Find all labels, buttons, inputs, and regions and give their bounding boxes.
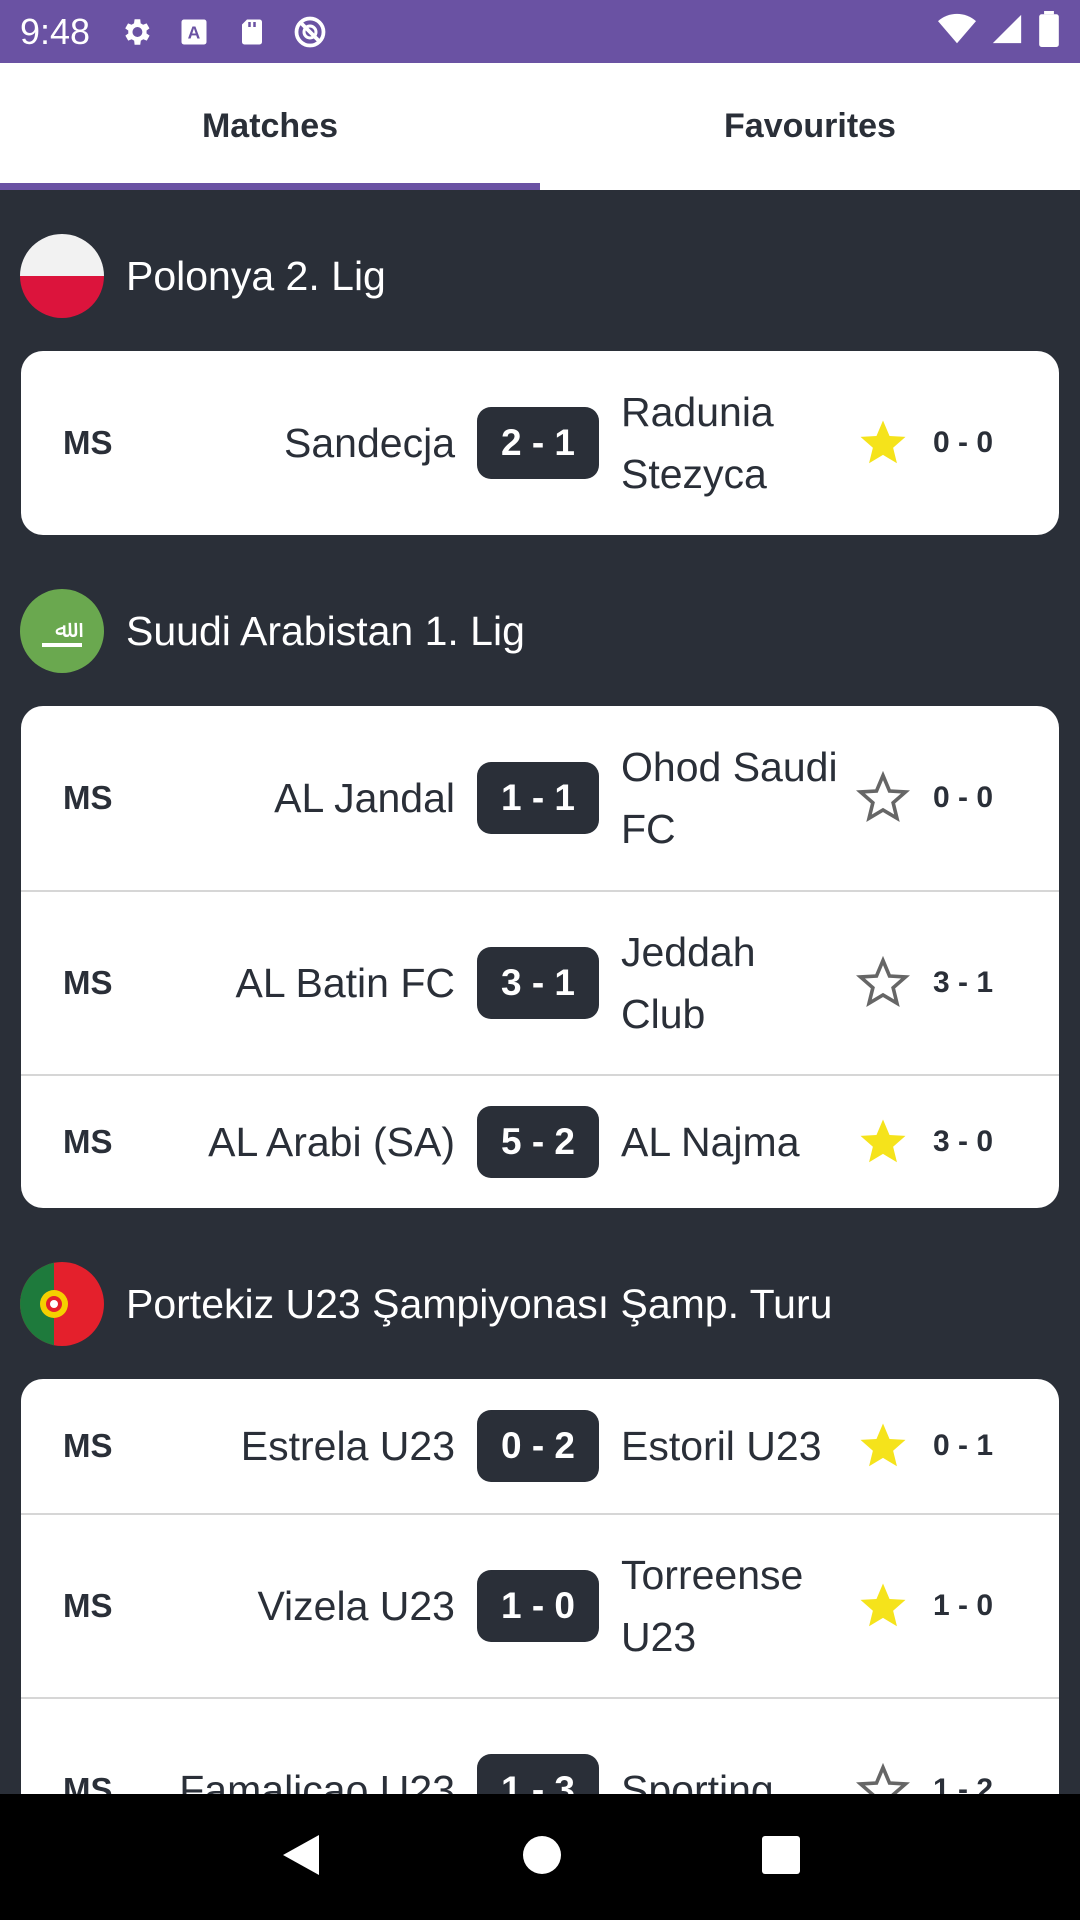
match-status: MS: [63, 964, 113, 1001]
match-row[interactable]: MS Vizela U23 1 - 0 Torreense U23 1 - 0: [21, 1513, 1059, 1697]
favourite-star-icon[interactable]: [843, 1419, 923, 1473]
home-team: Vizela U23: [257, 1582, 455, 1629]
away-team: AL Najma: [621, 1119, 800, 1165]
tab-favourites[interactable]: Favourites: [540, 63, 1080, 190]
away-team: Radunia Stezyca: [621, 389, 774, 497]
home-icon[interactable]: [522, 1835, 562, 1880]
tab-favourites-label: Favourites: [724, 107, 896, 145]
score-badge: 3 - 1: [477, 947, 599, 1019]
home-team: Estrela U23: [240, 1422, 455, 1469]
league-name: Polonya 2. Lig: [126, 252, 386, 299]
match-card: MS AL Jandal 1 - 1 Ohod Saudi FC 0 - 0 M…: [21, 706, 1059, 1208]
score-badge: 1 - 3: [477, 1754, 599, 1794]
match-status: MS: [63, 1587, 113, 1624]
halftime-score: 0 - 1: [932, 1429, 994, 1462]
favourite-star-icon[interactable]: [843, 416, 923, 470]
portugal-flag-icon: [20, 1262, 104, 1346]
home-team: Famalicao U23: [179, 1766, 455, 1795]
away-team: Estoril U23: [621, 1423, 822, 1469]
home-team: AL Jandal: [274, 774, 455, 821]
saudi-league-icon: ﷲ: [20, 589, 104, 673]
away-team: Jeddah Club: [621, 929, 756, 1037]
poland-flag-icon: [20, 234, 104, 318]
match-status: MS: [63, 779, 113, 816]
league-name: Portekiz U23 Şampiyonası Şamp. Turu: [126, 1280, 833, 1327]
match-row[interactable]: MS AL Jandal 1 - 1 Ohod Saudi FC 0 - 0: [21, 706, 1059, 890]
score-badge: 1 - 0: [477, 1570, 599, 1642]
match-card: MS Sandecja 2 - 1 Radunia Stezyca 0 - 0: [21, 351, 1059, 535]
favourite-star-icon[interactable]: [843, 1763, 923, 1794]
favourite-star-icon[interactable]: [843, 956, 923, 1010]
league-header[interactable]: Portekiz U23 Şampiyonası Şamp. Turu: [0, 1241, 1080, 1367]
score-badge: 0 - 2: [477, 1410, 599, 1482]
favourite-star-icon[interactable]: [843, 1579, 923, 1633]
home-team: AL Batin FC: [235, 959, 455, 1006]
sd-card-icon: [234, 14, 270, 50]
halftime-score: 3 - 0: [932, 1125, 994, 1158]
league-header[interactable]: ﷲ Suudi Arabistan 1. Lig: [0, 568, 1080, 694]
league-header[interactable]: Polonya 2. Lig: [0, 213, 1080, 339]
signal-icon: [990, 12, 1024, 51]
match-status: MS: [63, 1771, 113, 1794]
battery-icon: [1038, 11, 1060, 52]
back-icon[interactable]: [279, 1831, 323, 1884]
score-badge: 1 - 1: [477, 762, 599, 834]
match-list[interactable]: Polonya 2. Lig MS Sandecja 2 - 1 Radunia…: [0, 190, 1080, 1794]
match-card: MS Estrela U23 0 - 2 Estoril U23 0 - 1 M…: [21, 1379, 1059, 1794]
halftime-score: 1 - 2: [932, 1773, 994, 1794]
score-badge: 2 - 1: [477, 407, 599, 479]
settings-icon: [118, 14, 154, 50]
match-row[interactable]: MS Famalicao U23 1 - 3 Sporting 1 - 2: [21, 1697, 1059, 1794]
match-row[interactable]: MS AL Batin FC 3 - 1 Jeddah Club 3 - 1: [21, 890, 1059, 1074]
svg-text:A: A: [188, 22, 201, 42]
wifi-icon: [938, 12, 976, 51]
tab-matches-label: Matches: [201, 107, 339, 145]
tab-matches[interactable]: Matches: [0, 63, 540, 190]
halftime-score: 0 - 0: [932, 426, 994, 459]
match-row[interactable]: MS Estrela U23 0 - 2 Estoril U23 0 - 1: [21, 1379, 1059, 1513]
tab-bar: Matches Favourites: [0, 63, 1080, 190]
home-team: Sandecja: [284, 419, 455, 466]
match-status: MS: [63, 1123, 113, 1160]
match-row[interactable]: MS AL Arabi (SA) 5 - 2 AL Najma 3 - 0: [21, 1074, 1059, 1208]
match-status: MS: [63, 1427, 113, 1464]
no-disturb-icon: [292, 14, 328, 50]
favourite-star-icon[interactable]: [843, 771, 923, 825]
recents-icon[interactable]: [761, 1835, 801, 1880]
away-team: Sporting: [621, 1767, 774, 1794]
navigation-bar: [0, 1794, 1080, 1920]
halftime-score: 0 - 0: [932, 781, 994, 814]
home-team: AL Arabi (SA): [208, 1118, 455, 1165]
halftime-score: 1 - 0: [932, 1589, 994, 1622]
halftime-score: 3 - 1: [932, 966, 994, 999]
status-time: 9:48: [20, 10, 91, 52]
away-team: Ohod Saudi FC: [621, 744, 838, 852]
favourite-star-icon[interactable]: [843, 1115, 923, 1169]
status-bar: 9:48 A: [0, 0, 1080, 63]
keyboard-a-icon: A: [176, 14, 212, 50]
match-row[interactable]: MS Sandecja 2 - 1 Radunia Stezyca 0 - 0: [21, 351, 1059, 535]
league-name: Suudi Arabistan 1. Lig: [126, 607, 525, 654]
away-team: Torreense U23: [621, 1552, 804, 1660]
score-badge: 5 - 2: [477, 1106, 599, 1178]
match-status: MS: [63, 424, 113, 461]
status-right: [938, 11, 1060, 52]
